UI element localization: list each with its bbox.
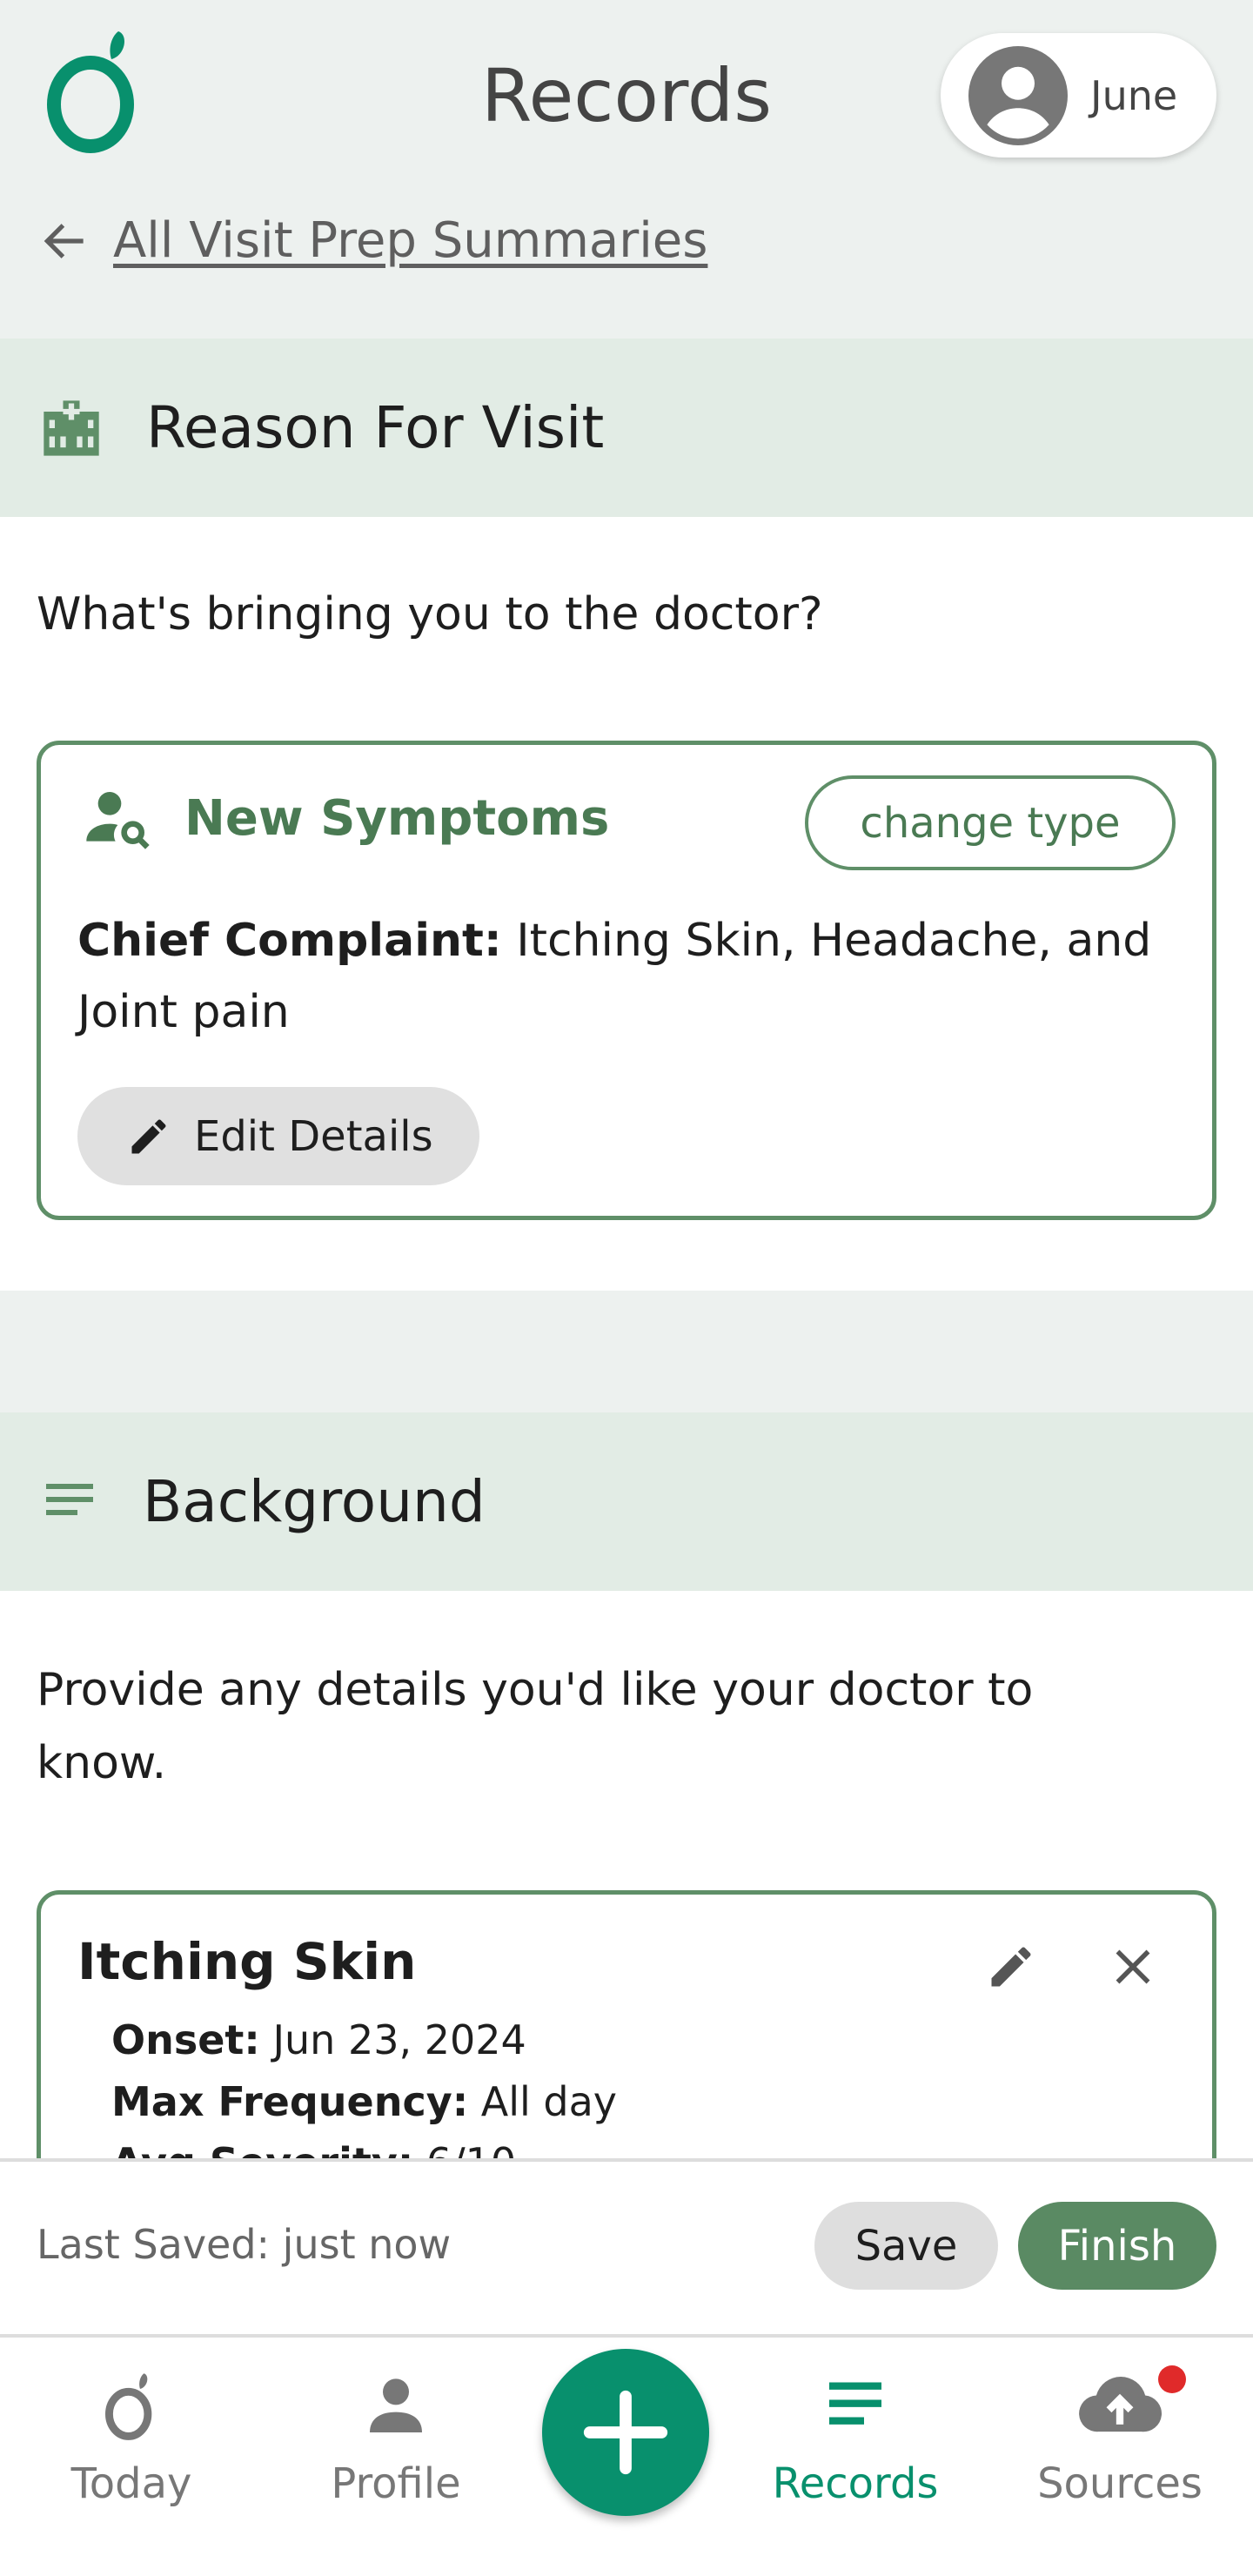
arrow-left-icon <box>44 223 84 258</box>
symptom-name: Itching Skin <box>77 1932 417 1991</box>
notes-icon <box>46 1483 93 1515</box>
nav-profile[interactable]: Profile <box>283 2358 509 2508</box>
add-button[interactable] <box>542 2349 709 2516</box>
nav-label: Records <box>772 2459 939 2508</box>
nav-label: Profile <box>331 2459 461 2508</box>
person-icon <box>370 2378 422 2432</box>
background-prompt: Provide any details you'd like your doct… <box>37 1664 1034 1789</box>
remove-symptom-icon[interactable] <box>1107 1941 1159 1993</box>
person-search-icon <box>86 792 150 849</box>
plus-icon <box>583 2390 668 2475</box>
chief-complaint-label: Chief Complaint: <box>77 915 502 967</box>
chief-complaint: Chief Complaint: Itching Skin, Headache,… <box>77 905 1156 1048</box>
finish-button[interactable]: Finish <box>1018 2202 1216 2290</box>
edit-details-label: Edit Details <box>194 1111 433 1161</box>
user-name: June <box>1090 71 1178 119</box>
reason-section-header: Reason For Visit <box>0 339 1253 517</box>
nav-label: Sources <box>1037 2459 1203 2508</box>
visit-type-label: New Symptoms <box>184 789 610 847</box>
change-type-button[interactable]: change type <box>805 775 1176 870</box>
cloud-upload-icon <box>1079 2377 1163 2432</box>
edit-details-button[interactable]: Edit Details <box>77 1087 479 1185</box>
section-title: Reason For Visit <box>146 394 605 461</box>
nav-label: Today <box>70 2459 192 2508</box>
nav-records[interactable]: Records <box>742 2358 968 2508</box>
pencil-icon <box>131 1118 166 1153</box>
user-menu-button[interactable]: June <box>941 33 1216 158</box>
back-link-label: All Visit Prep Summaries <box>113 212 708 269</box>
today-logo-icon <box>105 2373 152 2440</box>
section-title: Background <box>143 1468 486 1535</box>
reason-prompt: What's bringing you to the doctor? <box>37 588 823 641</box>
save-button[interactable]: Save <box>814 2202 998 2290</box>
notification-badge <box>1158 2365 1186 2393</box>
symptom-detail: Onset: Jun 23, 2024 <box>111 2016 526 2063</box>
background-section-header: Background <box>0 1412 1253 1591</box>
account-circle-icon <box>968 45 1068 145</box>
records-icon <box>829 2382 881 2425</box>
nav-sources[interactable]: Sources <box>1007 2358 1233 2508</box>
edit-symptom-icon[interactable] <box>985 1941 1037 1993</box>
hospital-icon <box>44 399 99 456</box>
last-saved-status: Last Saved: just now <box>37 2221 452 2268</box>
back-link[interactable]: All Visit Prep Summaries <box>38 212 707 269</box>
nav-today[interactable]: Today <box>18 2358 245 2508</box>
visit-type: New Symptoms <box>84 783 609 853</box>
symptom-detail: Max Frequency: All day <box>111 2078 618 2125</box>
